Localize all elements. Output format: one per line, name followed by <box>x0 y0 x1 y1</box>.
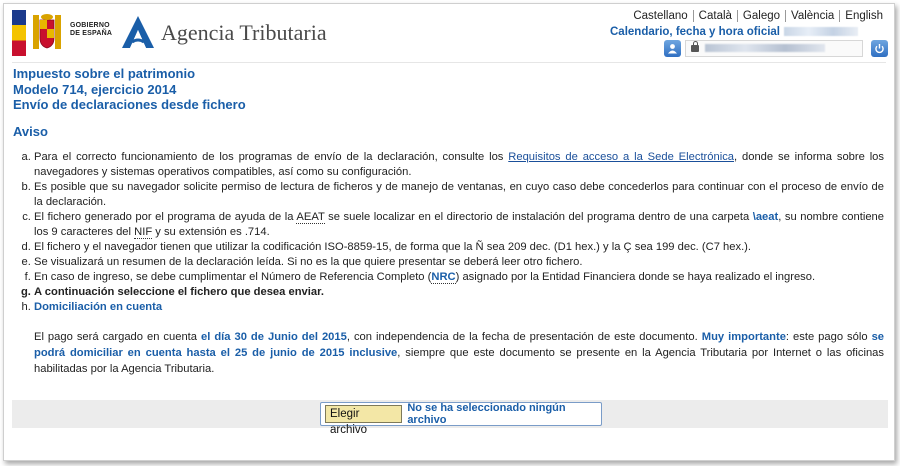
header: GOBIERNO DE ESPAÑA Agencia Tributaria Ca… <box>4 4 894 62</box>
user-session-box <box>685 39 863 57</box>
list-item: Se visualizará un resumen de la declarac… <box>34 255 884 270</box>
list-item-domiciliation: Domiciliación en cuenta El pago será car… <box>34 300 884 377</box>
redacted-username <box>705 44 825 52</box>
user-icon[interactable] <box>664 39 681 57</box>
lang-castellano[interactable]: Castellano <box>628 10 692 22</box>
title-line2: Modelo 714, ejercicio 2014 <box>13 81 177 97</box>
logout-power-icon[interactable] <box>871 39 888 57</box>
choose-file-button[interactable]: Elegir archivo <box>325 405 403 436</box>
page-frame: GOBIERNO DE ESPAÑA Agencia Tributaria Ca… <box>3 3 895 461</box>
coat-of-arms-icon <box>33 14 61 49</box>
calendar-label: Calendario, fecha y hora oficial <box>610 26 780 38</box>
lang-valencia[interactable]: València <box>785 10 839 22</box>
agency-name[interactable]: Agencia Tributaria <box>161 20 327 46</box>
list-item: En caso de ingreso, se debe cumplimentar… <box>34 270 884 285</box>
user-bar <box>664 39 888 57</box>
redacted-datetime <box>784 27 858 37</box>
abbr-aeat: AEAT <box>296 211 325 224</box>
header-divider <box>12 62 886 63</box>
agency-logo-icon[interactable] <box>120 14 156 50</box>
requirements-link[interactable]: Requisitos de acceso a la Sede Electróni… <box>508 151 734 163</box>
notice-list: Para el correcto funcionamiento de los p… <box>4 150 884 377</box>
abbr-nif: NIF <box>134 226 153 239</box>
language-selector: Castellano Català Galego València Englis… <box>628 10 888 22</box>
notice-heading: Aviso <box>13 124 48 139</box>
page-title: Impuesto sobre el patrimonio Modelo 714,… <box>13 66 246 113</box>
file-input[interactable]: Elegir archivo No se ha seleccionado nin… <box>320 402 602 436</box>
domiciliation-text: El pago será cargado en cuenta el día 30… <box>34 331 885 375</box>
domiciliation-title: Domiciliación en cuenta <box>34 301 163 313</box>
lang-catala[interactable]: Català <box>692 10 737 22</box>
spain-flag-icon <box>12 10 26 56</box>
title-line3: Envío de declaraciones desde fichero <box>13 97 246 112</box>
file-status: No se ha seleccionado ningún archivo <box>407 402 566 426</box>
list-item: Es posible que su navegador solicite per… <box>34 180 884 210</box>
title-line1: Impuesto sobre el patrimonio <box>13 66 196 81</box>
lock-icon <box>691 40 699 52</box>
folder-name: \aeat <box>752 211 779 223</box>
government-logo[interactable]: GOBIERNO DE ESPAÑA <box>12 10 116 56</box>
lang-galego[interactable]: Galego <box>736 10 785 22</box>
list-item: A continuación seleccione el fichero que… <box>34 285 884 300</box>
official-calendar-link[interactable]: Calendario, fecha y hora oficial <box>610 26 858 38</box>
gov-line2: DE ESPAÑA <box>70 30 113 37</box>
list-item: Para el correcto funcionamiento de los p… <box>34 150 884 180</box>
list-item: El fichero y el navegador tienen que uti… <box>34 240 884 255</box>
gov-line1: GOBIERNO <box>70 22 110 29</box>
file-selection-bar: Elegir archivo No se ha seleccionado nin… <box>12 400 888 436</box>
lang-english[interactable]: English <box>839 10 888 22</box>
list-item: El fichero generado por el programa de a… <box>34 210 884 240</box>
abbr-nrc: NRC <box>431 271 456 284</box>
government-name: GOBIERNO DE ESPAÑA <box>70 22 112 38</box>
